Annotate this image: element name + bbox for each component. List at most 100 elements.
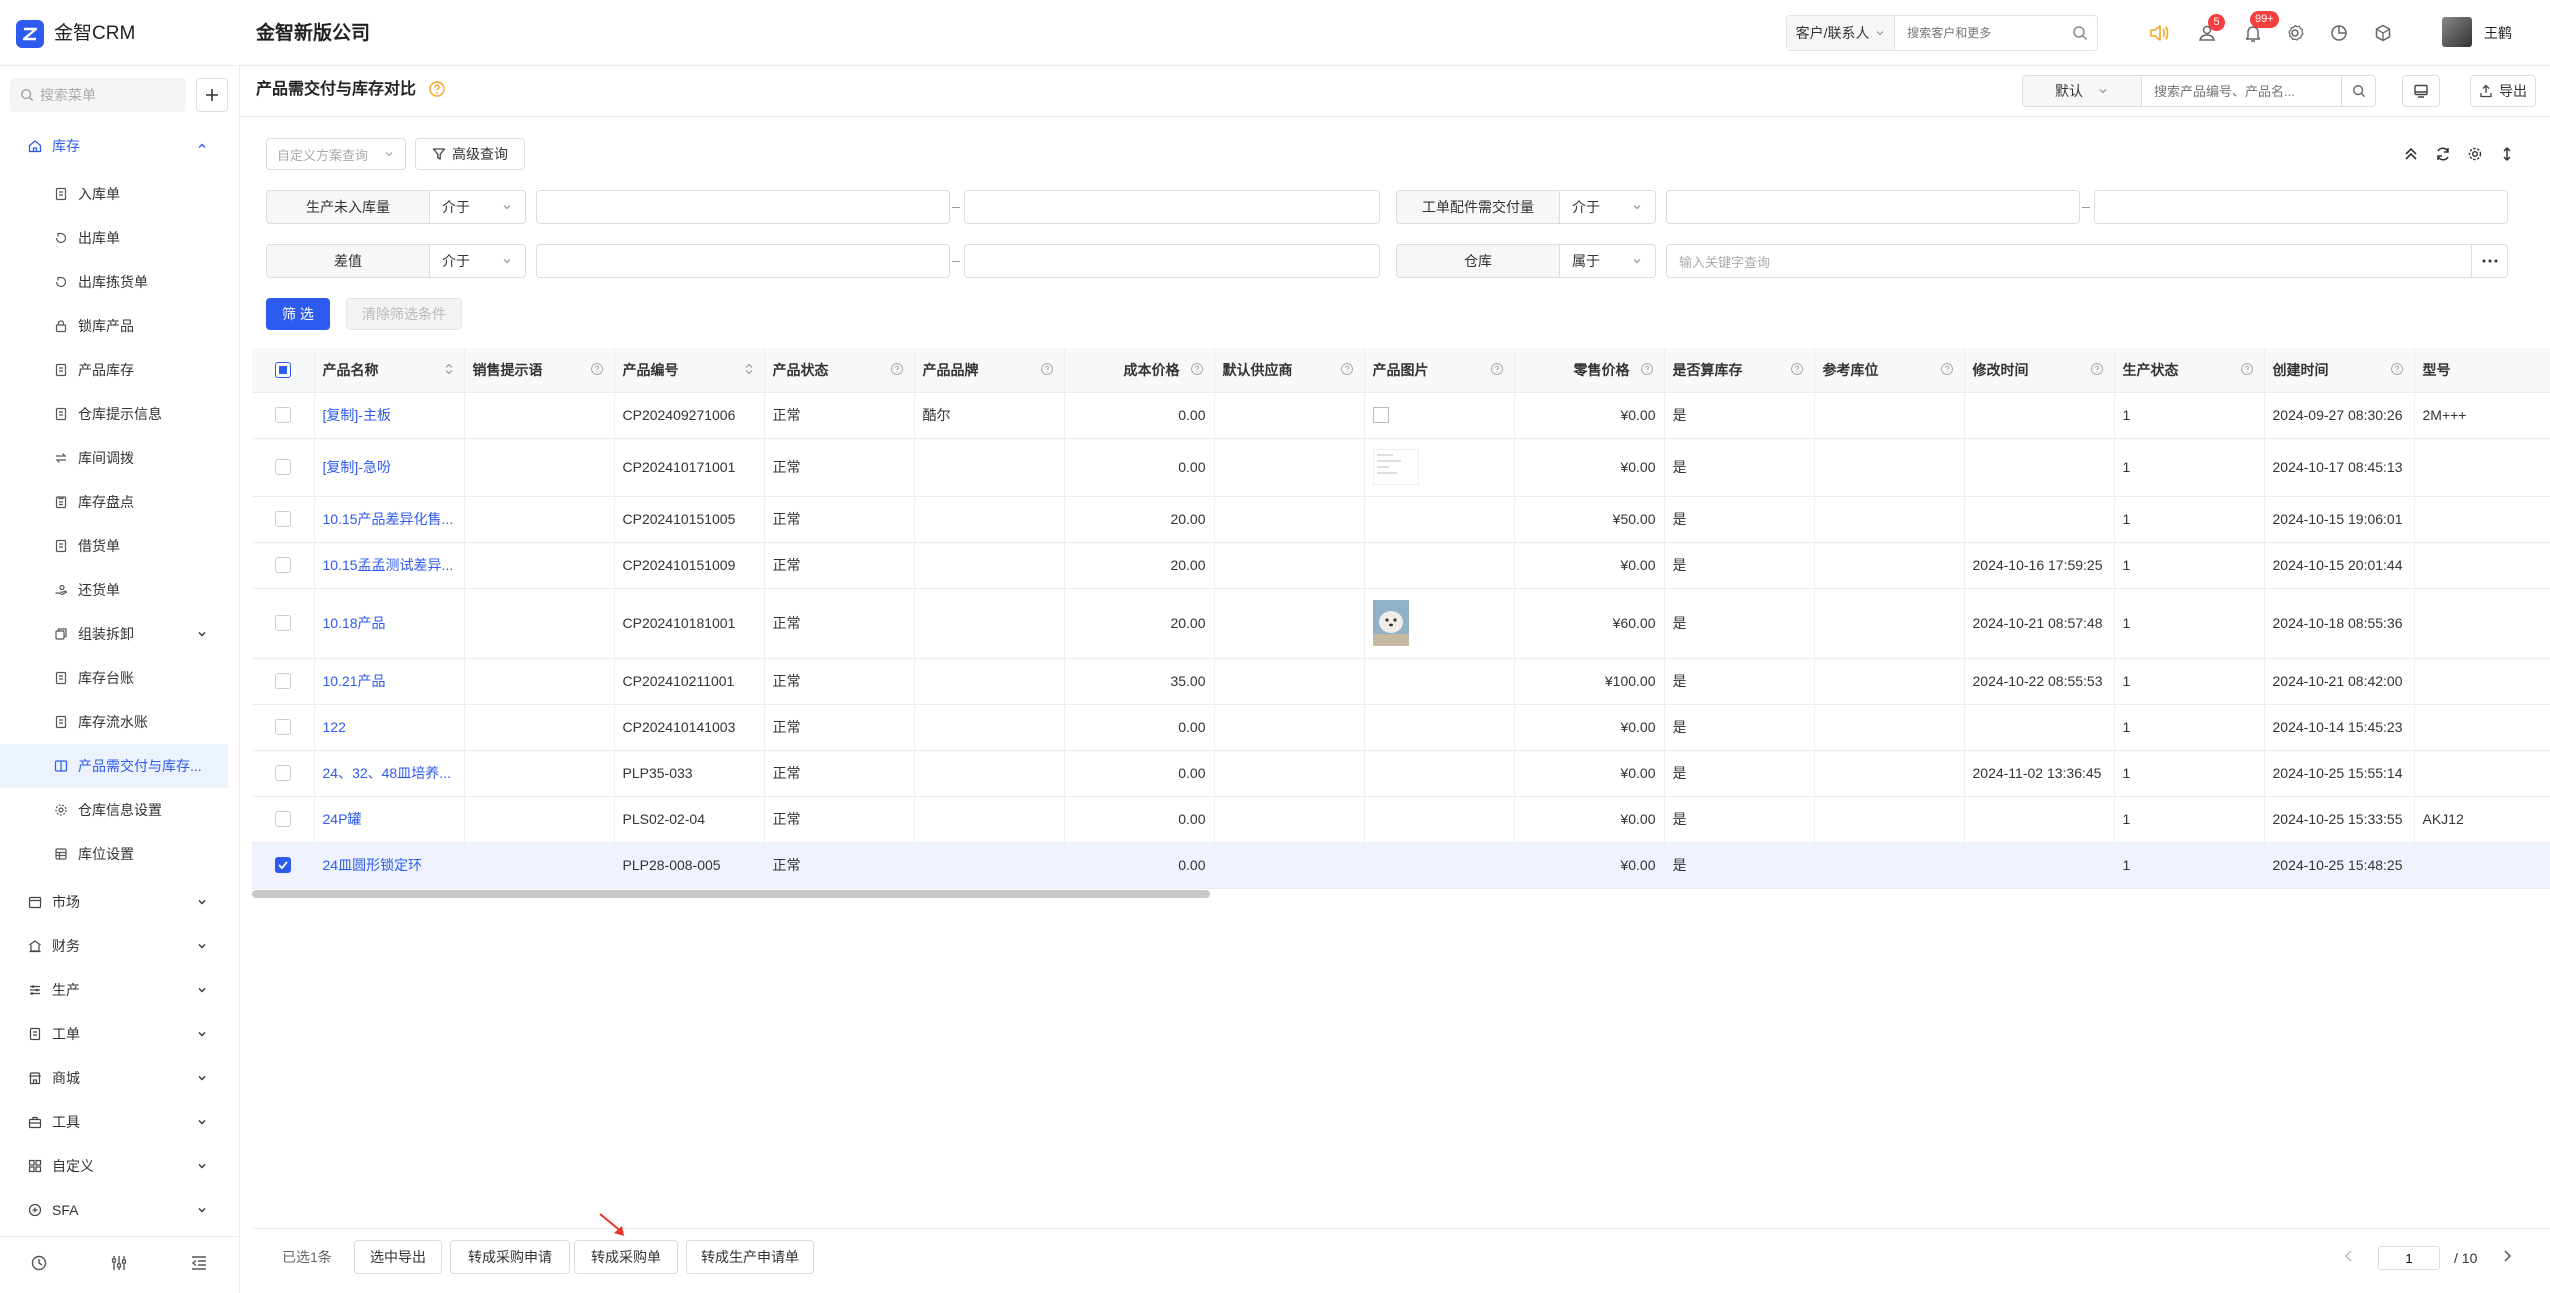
col-header-supplier[interactable]: 默认供应商: [1214, 348, 1365, 393]
apply-filter-button[interactable]: 筛 选: [266, 298, 330, 330]
export-button[interactable]: 导出: [2470, 75, 2536, 107]
sidebar-item-delivery-vs-stock[interactable]: 产品需交付与库存...: [0, 744, 228, 788]
help-icon[interactable]: [1190, 362, 1204, 376]
sort-icon[interactable]: [744, 362, 754, 376]
advanced-query-button[interactable]: 高级查询: [415, 138, 525, 170]
sidebar-item-stock-out[interactable]: 出库单: [0, 216, 240, 260]
sidebar-item-stock-in[interactable]: 入库单: [0, 172, 240, 216]
filter-max-unreceived[interactable]: [964, 190, 1380, 224]
row-checkbox[interactable]: [274, 811, 291, 827]
table-row[interactable]: 10.18产品 CP202410181001 正常 20.00 ¥60.00 是 2024-…: [252, 588, 2550, 659]
search-icon[interactable]: [2062, 25, 2097, 41]
save-view-button[interactable]: [2402, 75, 2440, 107]
col-header-price[interactable]: 零售价格: [1514, 348, 1665, 393]
product-name-link[interactable]: [复制]-主板: [314, 392, 465, 439]
to-production-request-button[interactable]: 转成生产申请单: [686, 1240, 814, 1274]
col-header-name[interactable]: 产品名称: [314, 348, 465, 393]
col-header-pstatus[interactable]: 生产状态: [2114, 348, 2265, 393]
product-name-link[interactable]: 24P罐: [314, 796, 465, 843]
gear-icon[interactable]: [2282, 20, 2308, 46]
filter-op-warehouse[interactable]: 属于: [1560, 244, 1656, 278]
table-row[interactable]: 10.15产品差异化售... CP202410151005 正常 20.00 ¥50.0…: [252, 496, 2550, 543]
filter-settings-icon[interactable]: [110, 1254, 128, 1272]
col-header-location[interactable]: 参考库位: [1814, 348, 1965, 393]
add-menu-button[interactable]: [196, 78, 228, 112]
sidebar-group-tools[interactable]: 工具: [0, 1100, 240, 1144]
menu-search-input[interactable]: 搜索菜单: [10, 78, 186, 112]
row-checkbox[interactable]: [274, 765, 291, 781]
product-name-link[interactable]: 24、32、48皿培养...: [314, 750, 465, 797]
product-image-thumb[interactable]: [1372, 449, 1419, 485]
sidebar-group-finance[interactable]: 财务: [0, 924, 240, 968]
row-height-icon[interactable]: [2494, 141, 2520, 167]
sidebar-item-return[interactable]: 还货单: [0, 568, 240, 612]
help-icon[interactable]: [1790, 362, 1804, 376]
refresh-icon[interactable]: [2430, 141, 2456, 167]
sidebar-group-market[interactable]: 市场: [0, 880, 240, 924]
row-checkbox[interactable]: [274, 615, 291, 631]
row-checkbox[interactable]: [274, 459, 291, 475]
help-icon[interactable]: [2090, 362, 2104, 376]
product-name-link[interactable]: [复制]-急吩: [314, 438, 465, 497]
help-icon[interactable]: [590, 362, 604, 376]
sidebar-item-journal[interactable]: 库存流水账: [0, 700, 240, 744]
company-name[interactable]: 金智新版公司: [256, 20, 370, 48]
task-icon[interactable]: 5: [2194, 14, 2225, 46]
collapse-filters-icon[interactable]: [2398, 141, 2424, 167]
col-header-code[interactable]: 产品编号: [614, 348, 765, 393]
bell-icon[interactable]: 99+: [2240, 11, 2279, 46]
help-icon[interactable]: [1040, 362, 1054, 376]
horizontal-scrollbar[interactable]: [252, 890, 1210, 898]
row-checkbox[interactable]: [274, 673, 291, 689]
table-row[interactable]: 10.21产品 CP202410211001 正常 35.00 ¥100.00 是 2024…: [252, 658, 2550, 705]
help-icon[interactable]: [1340, 362, 1354, 376]
product-name-link[interactable]: 24皿圆形锁定环: [314, 842, 465, 889]
filter-op-workorder-qty[interactable]: 介于: [1560, 190, 1656, 224]
help-icon[interactable]: [428, 80, 446, 98]
product-name-link[interactable]: 10.15孟孟测试差异...: [314, 542, 465, 589]
sidebar-item-stocktake[interactable]: 库存盘点: [0, 480, 240, 524]
sidebar-group-mall[interactable]: 商城: [0, 1056, 240, 1100]
to-purchase-order-button[interactable]: 转成采购单: [574, 1240, 678, 1274]
filter-op-unreceived[interactable]: 介于: [430, 190, 526, 224]
product-name-link[interactable]: 10.15产品差异化售...: [314, 496, 465, 543]
col-header-model[interactable]: 型号: [2414, 348, 2550, 393]
sort-icon[interactable]: [444, 362, 454, 376]
sidebar-item-transfer[interactable]: 库间调拨: [0, 436, 240, 480]
filter-min-unreceived[interactable]: [536, 190, 950, 224]
search-type-select[interactable]: 客户/联系人: [1787, 16, 1896, 50]
clear-filter-button[interactable]: 清除筛选条件: [346, 298, 462, 330]
select-all-checkbox[interactable]: [274, 361, 291, 378]
table-row[interactable]: 24、32、48皿培养... PLP35-033 正常 0.00 ¥0.00 是 2024-…: [252, 750, 2550, 797]
sidebar-item-picking[interactable]: 出库拣货单: [0, 260, 240, 304]
more-options-button[interactable]: [2472, 244, 2508, 278]
help-icon[interactable]: [2390, 362, 2404, 376]
user-name[interactable]: 王鹤: [2484, 22, 2512, 44]
help-icon[interactable]: [1640, 362, 1654, 376]
sidebar-item-product-stock[interactable]: 产品库存: [0, 348, 240, 392]
table-row[interactable]: 10.15孟孟测试差异... CP202410151009 正常 20.00 ¥0.00…: [252, 542, 2550, 589]
sidebar-item-borrow[interactable]: 借货单: [0, 524, 240, 568]
filter-max-difference[interactable]: [964, 244, 1380, 278]
col-header-image[interactable]: 产品图片: [1364, 348, 1515, 393]
sidebar-group-workorder[interactable]: 工单: [0, 1012, 240, 1056]
custom-scheme-select[interactable]: 自定义方案查询: [266, 138, 406, 170]
sidebar-item-assembly[interactable]: 组装拆卸: [0, 612, 240, 656]
col-header-tip[interactable]: 销售提示语: [464, 348, 615, 393]
table-row[interactable]: [复制]-主板 CP202409271006 正常 酷尔 0.00 ¥0.00 是 1 2024…: [252, 392, 2550, 439]
gear-icon[interactable]: [2462, 141, 2488, 167]
warehouse-keyword-input[interactable]: 输入关键字查询: [1666, 244, 2472, 278]
filter-min-difference[interactable]: [536, 244, 950, 278]
sidebar-group-production[interactable]: 生产: [0, 968, 240, 1012]
help-icon[interactable]: [1940, 362, 1954, 376]
sidebar-item-ledger[interactable]: 库存台账: [0, 656, 240, 700]
product-name-link[interactable]: 10.18产品: [314, 588, 465, 659]
col-header-brand[interactable]: 产品品牌: [914, 348, 1065, 393]
filter-min-workorder-qty[interactable]: [1666, 190, 2080, 224]
table-row[interactable]: 24皿圆形锁定环 PLP28-008-005 正常 0.00 ¥0.00 是 1 2024-1…: [252, 842, 2550, 889]
cube-icon[interactable]: [2370, 20, 2396, 46]
speaker-icon[interactable]: [2146, 20, 2172, 46]
table-row[interactable]: 24P罐 PLS02-02-04 正常 0.00 ¥0.00 是 1 2024-10-25 1…: [252, 796, 2550, 843]
global-search-input[interactable]: [1895, 16, 2063, 50]
collapse-menu-icon[interactable]: [190, 1254, 208, 1272]
